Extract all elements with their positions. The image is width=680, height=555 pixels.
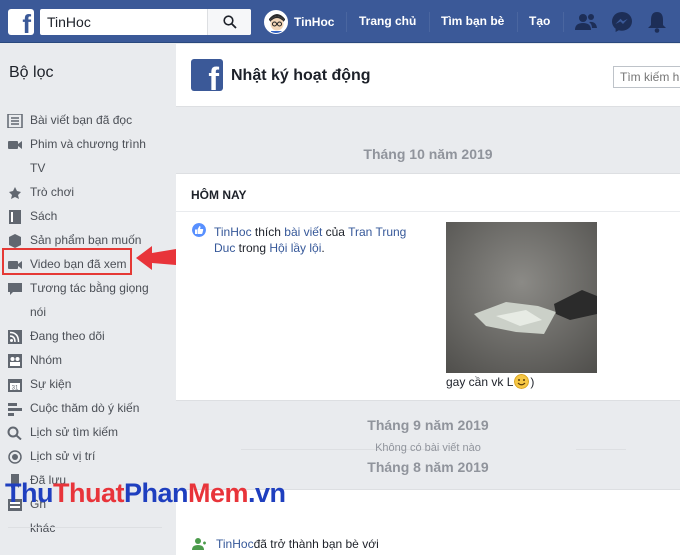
nav-profile-name: TinHoc [294,15,335,29]
speech-bubble-icon [8,283,22,295]
filter-label: Sự kiện [30,377,72,391]
actor-link[interactable]: TinHoc [214,225,252,239]
activity-verb: thích [251,225,285,239]
caption-text-end: ) [530,374,535,389]
activity-description: TinHoc thích bài viết của Tran Trung Duc… [214,224,424,256]
filter-item-polls[interactable]: Cuộc thăm dò ý kiến [7,401,139,420]
post-photo[interactable] [446,222,597,373]
friends-icon [192,538,206,550]
friend-activity-row: TinHoc đã trở thành bạn bè với [192,537,379,551]
nav-profile-link[interactable]: TinHoc [264,9,334,35]
activity-log-header: f Nhật ký hoạt động [176,44,680,107]
product-icon [9,234,21,248]
video-camera-icon [8,141,22,149]
pointer-arrow-icon [136,246,176,270]
photo-caption: gay cần vk L ) [446,374,534,389]
calendar-icon: 31 [8,379,22,392]
search-button[interactable] [207,9,251,35]
book-icon [9,210,21,224]
facebook-logo[interactable]: f [8,9,34,37]
group-icon [8,354,22,368]
notifications-icon[interactable] [645,10,669,34]
friends-icon[interactable] [574,10,598,34]
search-icon [7,426,22,440]
sidebar-divider [8,527,162,528]
no-posts-label: Không có bài viết nào [375,442,481,454]
filter-label: Trò chơi [30,185,75,199]
month-heading: Tháng 9 năm 2019 [367,417,489,433]
location-icon [8,450,22,464]
filter-label: Lịch sử tìm kiếm [30,425,119,439]
search-icon [223,15,237,29]
rss-icon [8,330,22,344]
watermark-part: Thu [5,478,53,508]
filter-item-search-history[interactable]: Lịch sử tìm kiếm [7,425,118,444]
activity-of: của [322,225,349,239]
smile-emoji-icon [514,374,530,389]
filter-item-groups[interactable]: Nhóm [7,353,62,372]
watermark-part: Phan [123,478,189,508]
nav-divider [517,12,518,32]
activity-search-input[interactable] [613,66,680,88]
filter-item-location-history[interactable]: Lịch sử vị trí [7,449,95,468]
like-icon [192,223,206,237]
filter-item-events[interactable]: 31 Sự kiện [7,377,71,396]
nav-create-link[interactable]: Tạo [529,14,550,28]
filter-label: Lịch sử vị trí [30,449,96,463]
nav-home-link[interactable]: Trang chủ [359,14,416,28]
filter-label: Phim và chương trình [30,137,146,151]
filter-item-posts-read[interactable]: Bài viết bạn đã đọc [7,113,132,132]
page-title: Nhật ký hoạt động [231,67,371,84]
nav-divider [346,12,347,32]
messenger-icon[interactable] [610,10,634,34]
filter-item-movies-tv[interactable]: Phim và chương trình TV [7,137,146,180]
group-link[interactable]: Hội lầy lội [269,241,321,255]
filter-label: Cuộc thăm dò ý kiến [30,401,140,415]
filter-item-books[interactable]: Sách [7,209,57,228]
month-heading: Tháng 10 năm 2019 [363,146,493,162]
filter-label: Tương tác bằng giọng [30,281,149,295]
filter-label-line2: TV [30,161,46,175]
filter-label-line2: nói [30,305,47,319]
filter-label: Đang theo dõi [30,329,105,343]
watermark-logo: ThuThuatPhanMem.vn [5,478,286,509]
activity-end: . [321,241,325,255]
filter-label-block: Tương tác bằng giọng nói [30,276,149,324]
nav-find-friends-link[interactable]: Tìm bạn bè [441,14,504,28]
card-divider [176,211,680,212]
filter-label-line2: khác [30,521,56,535]
filter-label: Nhóm [30,353,63,367]
list-icon [7,114,23,128]
filter-item-voice[interactable]: Tương tác bằng giọng nói [7,281,149,324]
filter-label-block: Phim và chương trình TV [30,132,146,180]
post-link[interactable]: bài viết [284,225,322,239]
nav-divider [429,12,430,32]
svg-text:31: 31 [12,386,19,392]
watermark-part: Mem [188,478,249,508]
filter-item-following[interactable]: Đang theo dõi [7,329,105,348]
caption-text: gay cần vk L [446,374,514,389]
avatar [264,10,288,34]
filter-label: Sách [30,209,58,223]
search-input[interactable] [40,9,207,35]
nav-divider [563,12,564,32]
month-heading: Tháng 8 năm 2019 [367,459,489,475]
highlight-box [2,248,132,275]
top-navigation-bar: f TinHoc Trang chủ Tìm bạn bè Tạ [0,0,680,43]
filter-label: Bài viết bạn đã đọc [30,113,133,127]
actor-link[interactable]: TinHoc [216,537,254,551]
game-controller-icon [9,187,21,199]
poll-icon [8,403,22,416]
watermark-part: .vn [248,478,286,508]
activity-in: trong [235,241,270,255]
facebook-logo: f [191,59,223,91]
search-box [40,9,251,35]
watermark-part: Thuat [52,478,125,508]
section-heading-today: HÔM NAY [191,188,247,202]
friend-activity-text: đã trở thành bạn bè với [253,537,379,551]
sidebar-title: Bộ lọc [9,64,54,81]
filter-item-games[interactable]: Trò chơi [7,185,74,204]
activity-card: HÔM NAY [176,173,680,401]
